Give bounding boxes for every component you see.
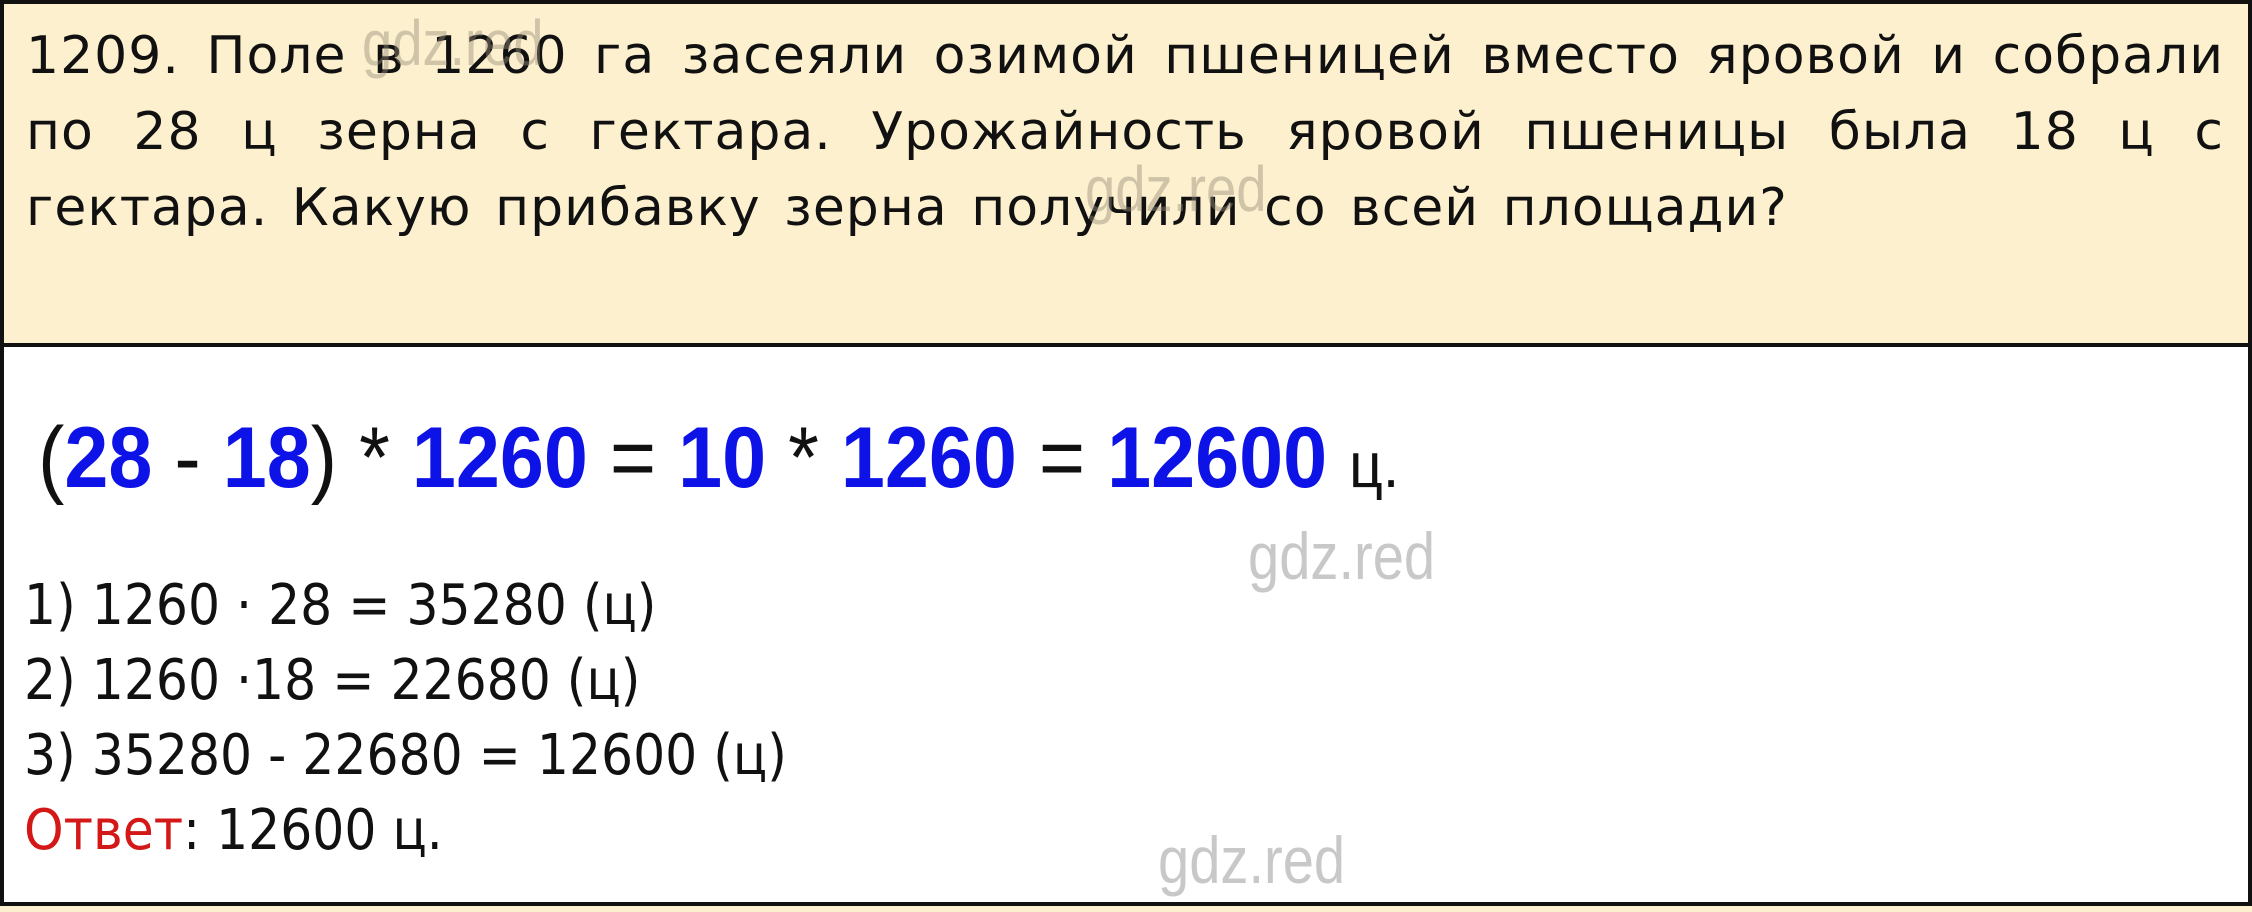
equation-unit: ц. [1349,429,1400,501]
answer-label: Ответ [24,798,184,863]
equation-result: 12600 [1107,410,1328,506]
equals-sign: = [609,410,657,506]
step-line: 2) 1260 ·18 = 22680 (ц) [24,648,641,713]
main-equation: (28 - 18) * 1260 = 10 * 1260 = 12600 ц. [38,408,1399,515]
problem-text: Поле в 1260 га засеяли озимой пшеницей в… [26,26,2224,238]
times-sign: * [359,410,390,506]
equation-term: 10 [678,410,767,506]
equation-term: 1260 [840,410,1017,506]
equation-term: 28 [64,410,153,506]
open-paren: ( [38,410,65,506]
equation-term: 1260 [411,410,588,506]
equation-term: 18 [222,410,311,506]
step-line: 3) 35280 - 22680 = 12600 (ц) [24,723,787,788]
step-line: 1) 1260 · 28 = 35280 (ц) [24,573,657,638]
solution-steps: 1) 1260 · 28 = 35280 (ц) 2) 1260 ·18 = 2… [24,568,787,868]
minus-sign: - [174,410,201,506]
problem-number: 1209. [26,26,180,86]
close-paren: ) [310,410,338,506]
equals-sign: = [1038,410,1086,506]
times-sign: * [788,410,819,506]
problem-statement: 1209. Поле в 1260 га засеяли озимой пшен… [26,18,2224,246]
answer-line: Ответ: 12600 ц. [24,793,787,868]
answer-value: : 12600 ц. [183,798,443,863]
